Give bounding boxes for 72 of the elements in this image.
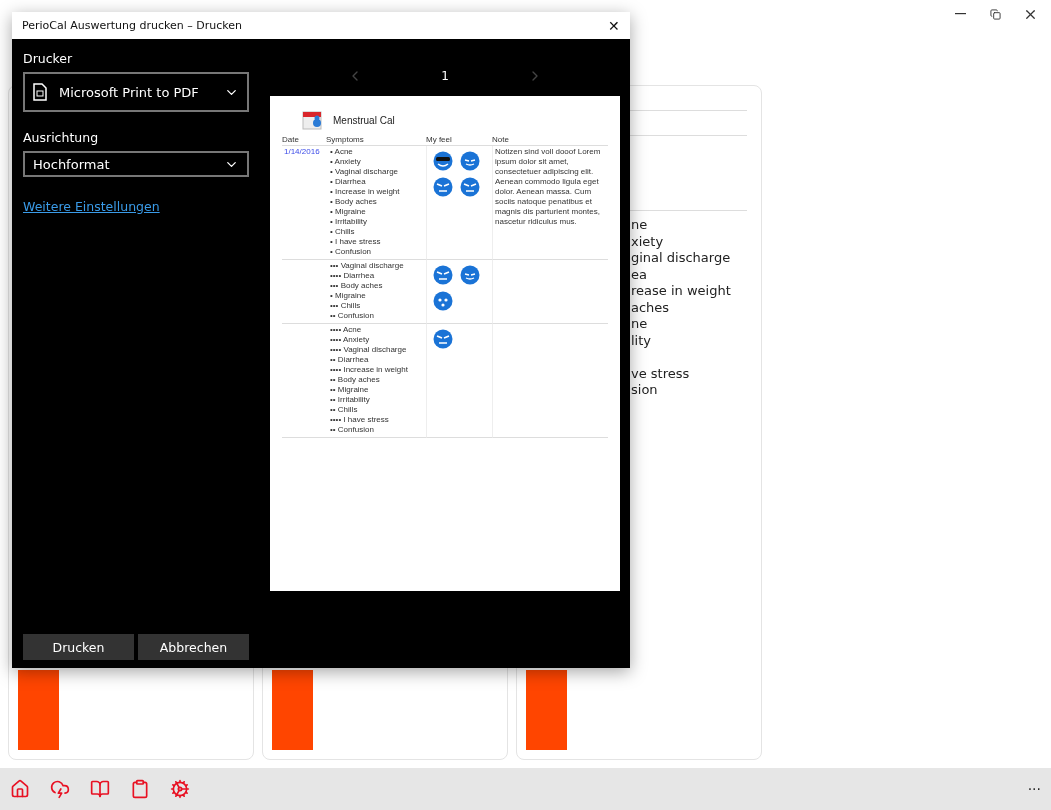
symptom-text: •• Confusion: [329, 311, 375, 321]
symptom-text: • Migraine: [329, 207, 367, 217]
symptom-text: • Diarrhea: [329, 177, 367, 187]
cancel-button[interactable]: Abbrechen: [138, 634, 249, 660]
calendar-icon: [302, 109, 324, 131]
symptom-text: •••• Vaginal discharge: [329, 345, 408, 355]
symptom-text: aches: [631, 299, 671, 316]
symptom-text: •••• Increase in weight: [329, 365, 409, 375]
symptom-text: •• Confusion: [329, 425, 375, 435]
symptom-text: • Anxiety: [329, 157, 362, 167]
date-text: 1/14/2016: [284, 147, 321, 156]
close-button[interactable]: ✕: [608, 17, 620, 34]
symptom-text: ••• Body aches: [329, 281, 384, 291]
minimize-icon: [955, 13, 966, 15]
column-header: My feel: [426, 135, 492, 146]
print-button[interactable]: Drucken: [23, 634, 134, 660]
smiley-icon: [433, 265, 453, 285]
symptom-text: ne: [631, 217, 649, 234]
symptom-text: •••• Acne: [329, 325, 363, 335]
symptom-text: • Increase in weight: [329, 187, 401, 197]
symptom-text: ne: [631, 316, 649, 333]
restore-icon: [990, 8, 1001, 20]
smiley-icon: [460, 151, 480, 171]
symptom-text: • Confusion: [329, 247, 373, 257]
symptom-text: • Chills: [329, 227, 356, 237]
symptom-text: xiety: [631, 233, 665, 250]
symptom-text: ginal discharge: [631, 250, 732, 267]
printer-document-icon: [33, 83, 47, 101]
column-header: Note: [492, 135, 608, 146]
report-title: Menstrual Cal: [333, 114, 395, 126]
symptom-text: ••• Vaginal discharge: [329, 261, 405, 271]
symptom-text: •• Chills: [329, 405, 359, 415]
symptom-text: ea: [631, 266, 648, 283]
orientation-dropdown[interactable]: Hochformat: [23, 151, 249, 177]
smiley-icon: [460, 177, 480, 197]
cloud-lightning-icon[interactable]: [50, 779, 70, 799]
column-header: Symptoms: [326, 135, 426, 146]
smiley-icon: [460, 265, 480, 285]
column-header: Date: [282, 135, 326, 146]
smiley-icon: [433, 329, 453, 349]
more-button[interactable]: ···: [1027, 781, 1041, 797]
symptom-text: lity: [631, 332, 652, 349]
smiley-icon: [433, 291, 453, 311]
dialog-title: PerioCal Auswertung drucken – Drucken: [22, 19, 242, 32]
symptom-text: •• Body aches: [329, 375, 381, 385]
symptom-text: • I have stress: [329, 237, 382, 247]
symptom-text: •••• Diarrhea: [329, 271, 376, 281]
book-icon[interactable]: [90, 779, 110, 799]
symptom-text: • Irritability: [329, 217, 369, 227]
page-number: 1: [441, 69, 449, 83]
printer-label: Drucker: [23, 51, 74, 66]
orientation-label: Ausrichtung: [23, 130, 100, 145]
symptom-text: • Migraine: [329, 291, 367, 301]
printer-dropdown[interactable]: Microsoft Print to PDF: [23, 72, 249, 112]
symptom-text: •• Diarrhea: [329, 355, 370, 365]
symptom-text: • Vaginal discharge: [329, 167, 400, 177]
smiley-icon: [433, 177, 453, 197]
symptom-text: ve stress: [631, 364, 691, 382]
symptom-text: • Body aches: [329, 197, 378, 207]
symptom-text: •••• Anxiety: [329, 335, 371, 345]
home-icon[interactable]: [10, 779, 30, 799]
note-text: Notizen sind voll dooof Lorem ipsum dolor sit amet, consectetuer adipiscing elit. Aenean commodo ligula eget dolor. Aenean massa. Cum sociis natoque penatibus et magnis dis parturient montes, nascetur ridiculus mus.: [495, 147, 602, 227]
symptom-text: ••• Chills: [329, 301, 362, 311]
more-settings-link[interactable]: Weitere Einstellungen: [23, 199, 260, 214]
symptom-text: • Acne: [329, 147, 354, 157]
symptom-text: •••• I have stress: [329, 415, 390, 425]
clipboard-icon[interactable]: [130, 779, 150, 799]
symptom-text: rease in weight: [631, 283, 732, 300]
symptom-text: sion: [631, 382, 659, 399]
symptom-text: •• Migraine: [329, 385, 370, 395]
symptom-text: •• Irritability: [329, 395, 371, 405]
smiley-icon: [433, 151, 453, 171]
